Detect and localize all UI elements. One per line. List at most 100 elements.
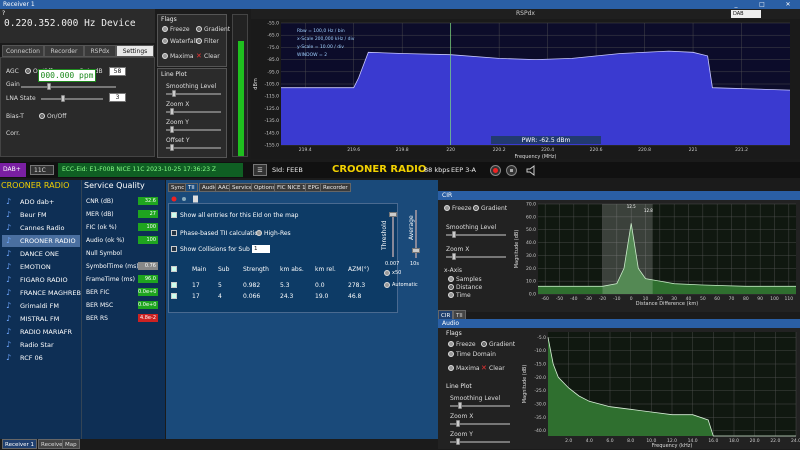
lna-slider[interactable] (41, 98, 103, 100)
list-item[interactable]: ♪ CROONER RADIO (2, 235, 80, 247)
audio-timedomain-radio[interactable] (448, 351, 454, 357)
list-item[interactable]: ♪ DANCE ONE (2, 248, 80, 260)
x-tick-label: 6.0 (606, 438, 613, 444)
highres-radio[interactable] (256, 230, 262, 236)
x-tick-label: 220.6 (590, 147, 603, 153)
audio-gradient-radio[interactable] (481, 341, 487, 347)
list-item[interactable]: ♪ Radio Star (2, 339, 80, 351)
tab-receiver-1[interactable]: Receiver 1 (2, 439, 38, 449)
collision-subid-select[interactable]: 1 (252, 245, 270, 253)
tab-connection[interactable]: Connection (2, 45, 44, 57)
station-name: EMOTION (20, 263, 51, 271)
tab-map[interactable]: Map (62, 439, 80, 449)
audio-clear-icon[interactable]: ✕ (481, 364, 487, 372)
audio-maxima-radio[interactable] (448, 365, 454, 371)
select-all-checkbox[interactable] (171, 266, 177, 272)
list-item[interactable]: ♪ MISTRAL FM (2, 313, 80, 325)
audio-maxima-label: Maxima (456, 365, 480, 372)
list-item[interactable]: ♪ Beur FM (2, 209, 80, 221)
offsety-slider[interactable] (166, 147, 221, 149)
clear-icon[interactable]: ✕ (196, 52, 202, 60)
cir-smoothing-label: Smoothing Level (446, 224, 497, 231)
x-tick-label: 0 (630, 296, 633, 302)
automatic-radio[interactable] (384, 282, 390, 288)
audio-freeze-radio[interactable] (448, 341, 454, 347)
audio-zoomx-handle[interactable] (456, 420, 460, 427)
list-item[interactable]: ♪ RCF 06 (2, 352, 80, 364)
tab-rspdx[interactable]: RSPdx (84, 45, 116, 57)
cir-zoomx-handle[interactable] (452, 253, 456, 260)
list-item[interactable]: ♪ EMOTION (2, 261, 80, 273)
dab-mode-button[interactable]: DAB+ (0, 163, 26, 177)
ppm-correction-input[interactable]: 000.000 ppm (38, 69, 96, 82)
list-item[interactable]: ♪ FRANCE MAGHREB (2, 287, 81, 299)
agc-toggle[interactable] (25, 68, 31, 74)
offsety-slider-handle[interactable] (170, 144, 174, 151)
freeze-radio[interactable] (162, 26, 168, 32)
clear-button[interactable]: Clear (204, 53, 220, 60)
minimize-button[interactable]: _ (730, 0, 742, 9)
row-checkbox[interactable] (171, 282, 177, 288)
gain-db-input[interactable]: 58 (109, 67, 126, 76)
stop-icon[interactable] (506, 165, 517, 176)
biast-toggle[interactable] (39, 113, 45, 119)
waterfall-radio[interactable] (162, 38, 168, 44)
gradient-radio[interactable] (196, 26, 202, 32)
y-tick-label: -145.0 (264, 130, 279, 136)
help-icon[interactable]: ? (2, 10, 5, 17)
maxima-radio[interactable] (162, 53, 168, 59)
show-all-checkbox[interactable] (171, 212, 177, 218)
collisions-checkbox[interactable] (171, 246, 177, 252)
tab-recorder[interactable]: Recorder (320, 183, 351, 192)
cir-freeze-radio[interactable] (444, 205, 450, 211)
tab-recorder[interactable]: Recorder (44, 45, 84, 57)
smoothing-slider-handle[interactable] (172, 90, 176, 97)
tab-tii[interactable]: TII (185, 183, 198, 192)
gain-slider-handle[interactable] (47, 83, 51, 90)
filter-radio[interactable] (196, 38, 202, 44)
x50-radio[interactable] (384, 270, 390, 276)
menu-icon[interactable]: ☰ (253, 164, 267, 176)
average-slider-handle[interactable] (412, 248, 420, 253)
cir-samples-radio[interactable] (448, 276, 454, 282)
list-item[interactable]: ♪ FIGARO RADIO (2, 274, 80, 286)
speaker-icon[interactable] (526, 165, 538, 176)
spectrum-select[interactable]: DAB (731, 10, 761, 18)
cir-smoothing-handle[interactable] (452, 231, 456, 238)
zoomy-slider[interactable] (166, 129, 221, 131)
lna-slider-handle[interactable] (61, 95, 65, 102)
threshold-slider-handle[interactable] (389, 212, 397, 217)
cir-time-radio[interactable] (448, 292, 454, 298)
cir-distance-radio[interactable] (448, 284, 454, 290)
audio-zoomy-handle[interactable] (456, 438, 460, 445)
row-checkbox[interactable] (171, 293, 177, 299)
lna-state-input[interactable]: 3 (109, 93, 126, 102)
list-item[interactable]: ♪ RADIO MARIAFR (2, 326, 80, 338)
lineplot-group: Line Plot Smoothing Level Zoom X Zoom Y … (157, 68, 227, 158)
zoomy-slider-handle[interactable] (170, 126, 174, 133)
threshold-slider[interactable] (392, 215, 394, 257)
list-item[interactable]: ♪ Grimaldi FM (2, 300, 80, 312)
phase-checkbox[interactable] (171, 230, 177, 236)
record-icon[interactable] (490, 165, 501, 176)
list-item[interactable]: ♪ ADO dab+ (2, 196, 80, 208)
cir-freeze-label: Freeze (452, 205, 472, 212)
tab-settings[interactable]: Settings (116, 45, 154, 57)
zoomx-slider[interactable] (166, 111, 221, 113)
document-icon[interactable] (193, 195, 198, 203)
table-cell: 5 (218, 282, 222, 289)
record-tii-icon[interactable] (171, 196, 177, 202)
list-item[interactable]: ♪ Cannes Radio (2, 222, 80, 234)
audio-smoothing-handle[interactable] (458, 402, 462, 409)
maximize-button[interactable]: □ (756, 0, 768, 9)
agc-label: AGC (6, 68, 19, 75)
table-cell: 4 (218, 293, 222, 300)
zoomx-slider-handle[interactable] (170, 108, 174, 115)
gain-slider[interactable] (21, 86, 116, 88)
dot-icon[interactable] (182, 197, 186, 201)
cir-gradient-radio[interactable] (473, 205, 479, 211)
close-button[interactable]: ✕ (782, 0, 794, 9)
channel-select[interactable]: 11C (30, 165, 54, 175)
x-tick-label: 20.0 (750, 438, 760, 444)
audio-clear-button[interactable]: Clear (489, 365, 505, 372)
